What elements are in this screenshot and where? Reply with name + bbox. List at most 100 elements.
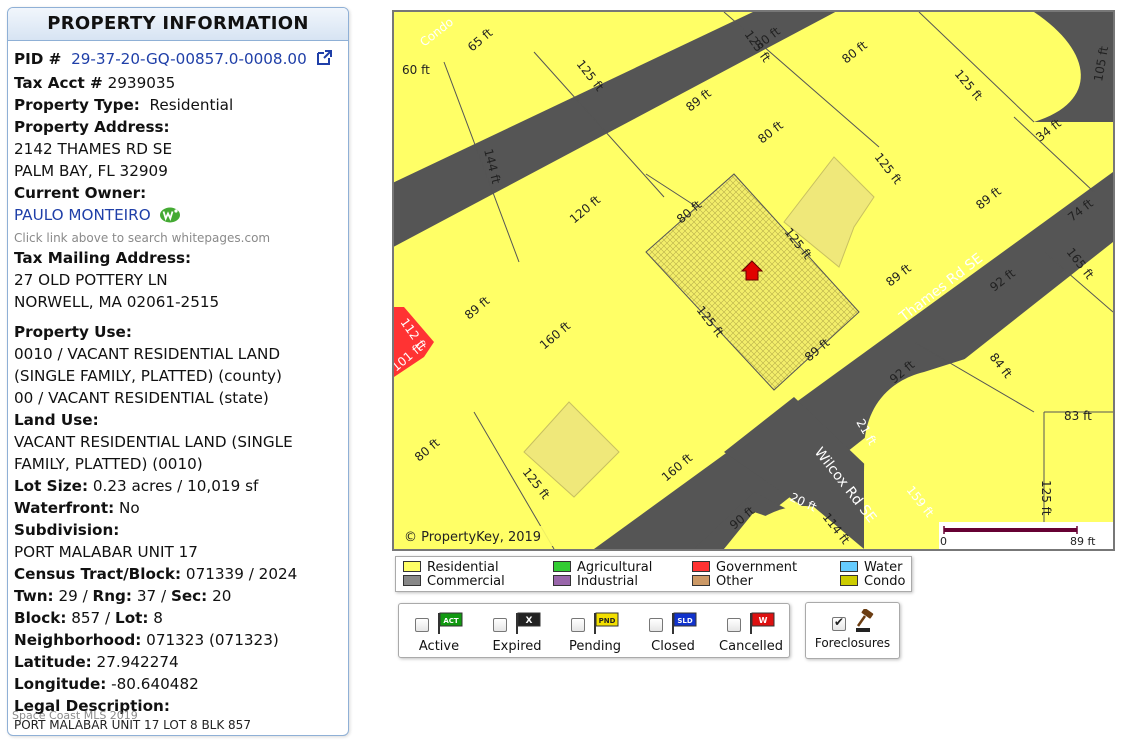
longitude-value: -80.640482 (111, 675, 199, 693)
subdivision-label: Subdivision: (14, 521, 120, 539)
land-use-line1: VACANT RESIDENTIAL LAND (SINGLE (14, 433, 293, 451)
address-line1: 2142 THAMES RD SE (14, 140, 173, 158)
sec-label: Sec: (170, 587, 208, 605)
pid-label: PID # (14, 50, 62, 68)
census-row: Census Tract/Block: 071339 / 2024 (14, 563, 348, 585)
flag-expired-text: X (526, 616, 533, 626)
latitude-value: 27.942274 (96, 653, 179, 671)
twn-label: Twn: (14, 587, 54, 605)
flag-closed-text: SLD (677, 617, 693, 625)
lot-value: 8 (153, 609, 163, 627)
mailing-label: Tax Mailing Address: (14, 249, 192, 267)
filter-cancelled[interactable]: W Cancelled (712, 612, 790, 654)
panel-title: PROPERTY INFORMATION (8, 8, 348, 41)
sec-value: 20 (212, 587, 232, 605)
closed-checkbox[interactable] (648, 618, 663, 632)
scale-end: 89 ft (1070, 535, 1096, 548)
property-address-label: Property Address: (14, 118, 170, 136)
flag-pending-icon: PND (593, 612, 619, 638)
filter-expired[interactable]: X Expired (480, 612, 554, 654)
property-info-panel: PROPERTY INFORMATION PID # 29-37-20-GQ-0… (7, 7, 349, 736)
active-checkbox[interactable] (414, 618, 429, 632)
neighborhood-label: Neighborhood: (14, 631, 142, 649)
filter-foreclosures[interactable]: Foreclosures (805, 602, 900, 659)
waterfront-label: Waterfront: (14, 499, 115, 517)
land-use-label: Land Use: (14, 411, 99, 429)
owner-row: PAULO MONTEIRO (14, 204, 348, 229)
mailing-line1: 27 OLD POTTERY LN (14, 271, 168, 289)
property-type-value: Residential (149, 96, 234, 114)
flag-expired-icon: X (515, 612, 541, 638)
foreclosures-checkbox[interactable] (832, 615, 846, 631)
map-copyright: © PropertyKey, 2019 (404, 530, 541, 545)
block-lot-row: Block: 857 / Lot: 8 (14, 609, 163, 627)
panel-body: PID # 29-37-20-GQ-00857.0-0008.00 Tax Ac… (8, 41, 348, 717)
expired-label: Expired (492, 639, 542, 654)
cancelled-checkbox[interactable] (726, 618, 741, 632)
dim-label: 83 ft (1064, 409, 1092, 423)
block-value: 857 (71, 609, 101, 627)
land-use-legend: Residential Commercial Agricultural Indu… (395, 556, 912, 592)
flag-cancelled-icon: W (749, 612, 775, 638)
tax-acct-row: Tax Acct # 2939035 (14, 72, 348, 94)
census-value: 071339 / 2024 (185, 565, 298, 583)
census-label: Census Tract/Block: (14, 565, 182, 583)
lot-size-label: Lot Size: (14, 477, 89, 495)
filter-pending[interactable]: PND Pending (558, 612, 632, 654)
latitude-label: Latitude: (14, 653, 92, 671)
property-use-label: Property Use: (14, 323, 132, 341)
mls-credit-overlay: Space Coast MLS 2019 (12, 709, 138, 722)
external-link-icon[interactable] (316, 49, 333, 72)
subdivision-value: PORT MALABAR UNIT 17 (14, 543, 198, 561)
block-label: Block: (14, 609, 67, 627)
flag-pending-text: PND (599, 617, 616, 625)
pending-checkbox[interactable] (570, 618, 585, 632)
legend-condo: Condo (840, 575, 905, 589)
dim-label: 60 ft (402, 63, 430, 77)
longitude-row: Longitude: -80.640482 (14, 673, 348, 695)
filter-closed[interactable]: SLD Closed (636, 612, 710, 654)
closed-label: Closed (651, 639, 695, 654)
whitepages-icon[interactable] (159, 206, 181, 229)
waterfront-row: Waterfront: No (14, 497, 348, 519)
gavel-icon (855, 608, 875, 637)
legend-water: Water (840, 561, 902, 575)
filter-active[interactable]: ACT Active (402, 612, 476, 654)
flag-cancelled-text: W (759, 616, 768, 625)
rng-label: Rng: (92, 587, 132, 605)
land-use-line2: FAMILY, PLATTED) (0010) (14, 455, 203, 473)
neighborhood-value: 071323 (071323) (146, 631, 279, 649)
listing-status-filters: ACT Active X Expired PND Pending SLD Clo… (398, 603, 790, 658)
foreclosures-label: Foreclosures (814, 636, 891, 650)
legend-other: Other (692, 575, 753, 589)
pid-row: PID # 29-37-20-GQ-00857.0-0008.00 (14, 48, 348, 72)
neighborhood-row: Neighborhood: 071323 (071323) (14, 629, 348, 651)
dim-label: 125 ft (1039, 480, 1053, 516)
mailing-line2: NORWELL, MA 02061-2515 (14, 293, 220, 311)
rng-value: 37 (136, 587, 157, 605)
legend-commercial: Commercial (403, 575, 505, 589)
cancelled-label: Cancelled (719, 639, 783, 654)
property-use-line2: (SINGLE FAMILY, PLATTED) (county) (14, 367, 282, 385)
flag-closed-icon: SLD (671, 612, 697, 638)
tax-acct-value: 2939035 (107, 74, 176, 92)
lot-label: Lot: (115, 609, 149, 627)
twn-value: 29 (58, 587, 78, 605)
pid-link[interactable]: 29-37-20-GQ-00857.0-0008.00 (71, 50, 307, 68)
lot-size-row: Lot Size: 0.23 acres / 10,019 sf (14, 475, 348, 497)
latitude-row: Latitude: 27.942274 (14, 651, 348, 673)
parcel-map[interactable]: Thames Rd SE Wilcox Rd SE Condo 65 ft 60… (392, 10, 1115, 551)
longitude-label: Longitude: (14, 675, 107, 693)
property-use-line3: 00 / VACANT RESIDENTIAL (state) (14, 389, 269, 407)
owner-link[interactable]: PAULO MONTEIRO (14, 206, 151, 224)
lot-size-value: 0.23 acres / 10,019 sf (92, 477, 259, 495)
flag-active-text: ACT (443, 617, 459, 625)
expired-checkbox[interactable] (492, 618, 507, 632)
waterfront-value: No (119, 499, 140, 517)
legal-footer: PORT MALABAR UNIT 17 LOT 8 BLK 857 Space… (12, 709, 251, 732)
pending-label: Pending (569, 639, 621, 654)
scale-start: 0 (940, 535, 947, 548)
legend-industrial: Industrial (553, 575, 638, 589)
property-type-row: Property Type: Residential (14, 94, 348, 116)
flag-active-icon: ACT (437, 612, 463, 638)
